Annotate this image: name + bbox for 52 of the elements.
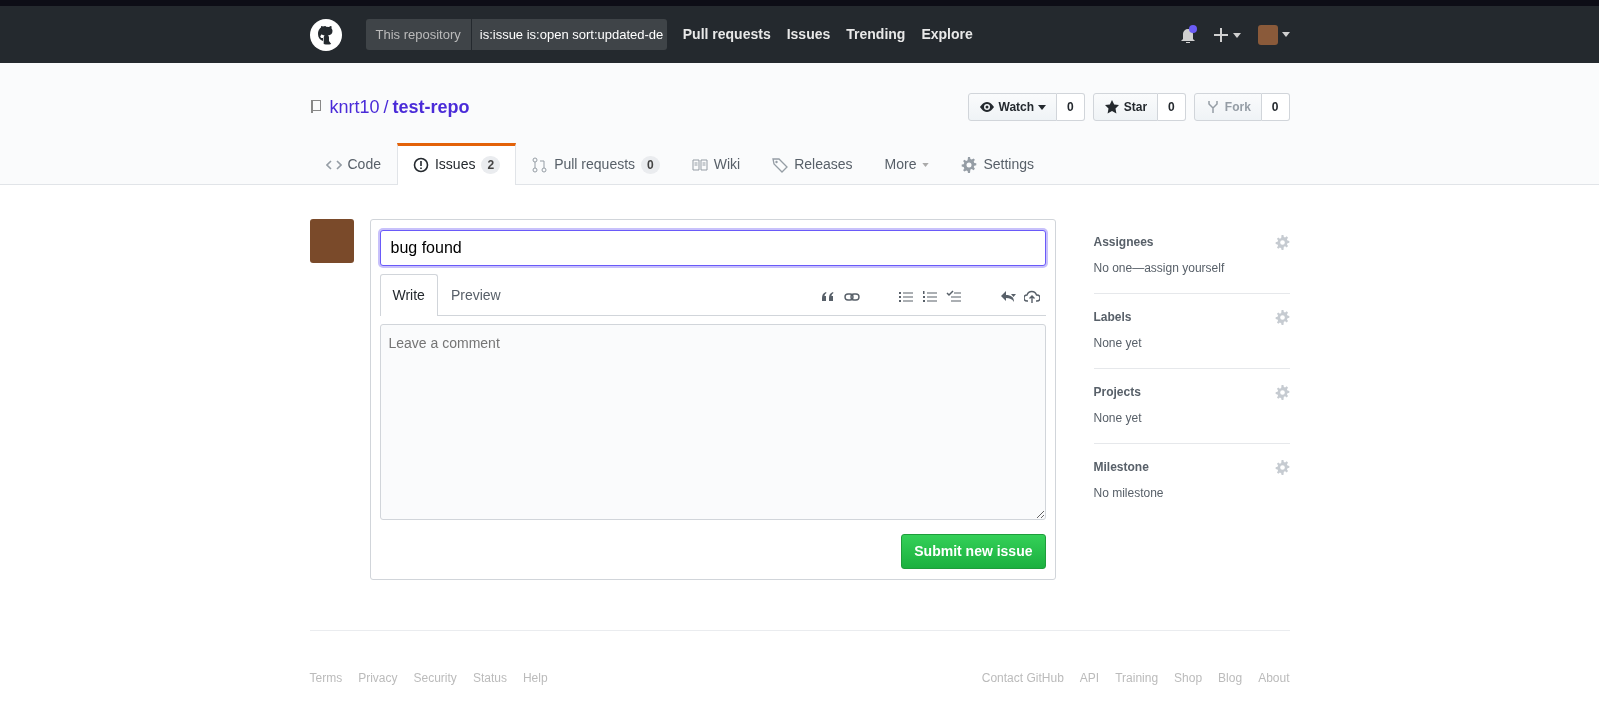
sidebar-heading: Milestone (1093, 459, 1149, 476)
star-icon (1103, 99, 1120, 115)
search-field[interactable]: is:issue is:open sort:updated-de (471, 18, 667, 51)
editor-tab[interactable]: Write (379, 274, 438, 316)
task-list-icon[interactable] (945, 289, 962, 305)
count-badge: 2 (481, 155, 501, 174)
repo-tab[interactable]: Pull requests 0 (516, 143, 676, 185)
sidebar-heading: Assignees (1093, 234, 1154, 251)
caret-icon (1038, 104, 1047, 110)
count-label: 0 (1057, 93, 1085, 121)
numbered-list-icon[interactable] (921, 289, 938, 305)
repo-tab[interactable]: More (868, 143, 946, 185)
path-separator: / (383, 95, 389, 119)
sidebar-value: No one—assign yourself (1093, 260, 1226, 277)
count-label: 0 (1261, 93, 1290, 121)
tag-icon (772, 156, 789, 173)
repo-tab[interactable]: Issues 2 (396, 143, 517, 185)
sidebar-heading: Labels (1093, 309, 1132, 326)
nav-link[interactable]: Pull requests (682, 24, 771, 45)
search-scope-label: This repository (365, 18, 472, 51)
sidebar-heading: Projects (1093, 384, 1141, 401)
avatar-photo[interactable] (1257, 24, 1278, 45)
nav-link[interactable]: Trending (846, 24, 906, 45)
gear-icon (961, 156, 978, 173)
repo-tab[interactable]: Releases (756, 143, 869, 185)
plus-icon[interactable] (1213, 27, 1242, 42)
sidebar-value: No milestone (1093, 485, 1165, 502)
nav-link[interactable]: Issues (786, 24, 831, 45)
repo-action-button[interactable]: Watch (967, 93, 1058, 121)
title-input[interactable]: bug found (379, 230, 1046, 266)
repo-tab[interactable]: Settings (945, 143, 1051, 185)
cloud-upload-icon[interactable] (1023, 289, 1040, 305)
repo-name-link[interactable]: test-repo (392, 93, 470, 121)
editor-tab[interactable]: Preview (437, 274, 514, 316)
bulleted-list-icon[interactable] (897, 289, 914, 305)
repo-tab[interactable]: Wiki (675, 143, 757, 185)
pull-request-icon (532, 156, 549, 173)
avatar-photo (309, 219, 354, 263)
repo-action-button[interactable]: Star (1092, 93, 1159, 121)
nav-link[interactable]: Explore (921, 24, 973, 45)
eye-icon (978, 99, 995, 115)
logo-icon (309, 18, 342, 51)
count-label: 0 (1158, 93, 1186, 121)
sidebar-value: None yet (1093, 335, 1143, 352)
count-badge: 0 (641, 155, 660, 174)
repo-owner-link[interactable]: knrt10 (329, 93, 380, 121)
caret-icon (922, 162, 930, 167)
sidebar-value: None yet (1093, 410, 1143, 427)
issue-icon (412, 156, 429, 173)
repo-tab[interactable]: Code (309, 143, 397, 185)
caret-icon (1281, 32, 1290, 37)
comment-field[interactable]: Leave a comment (379, 324, 1046, 520)
